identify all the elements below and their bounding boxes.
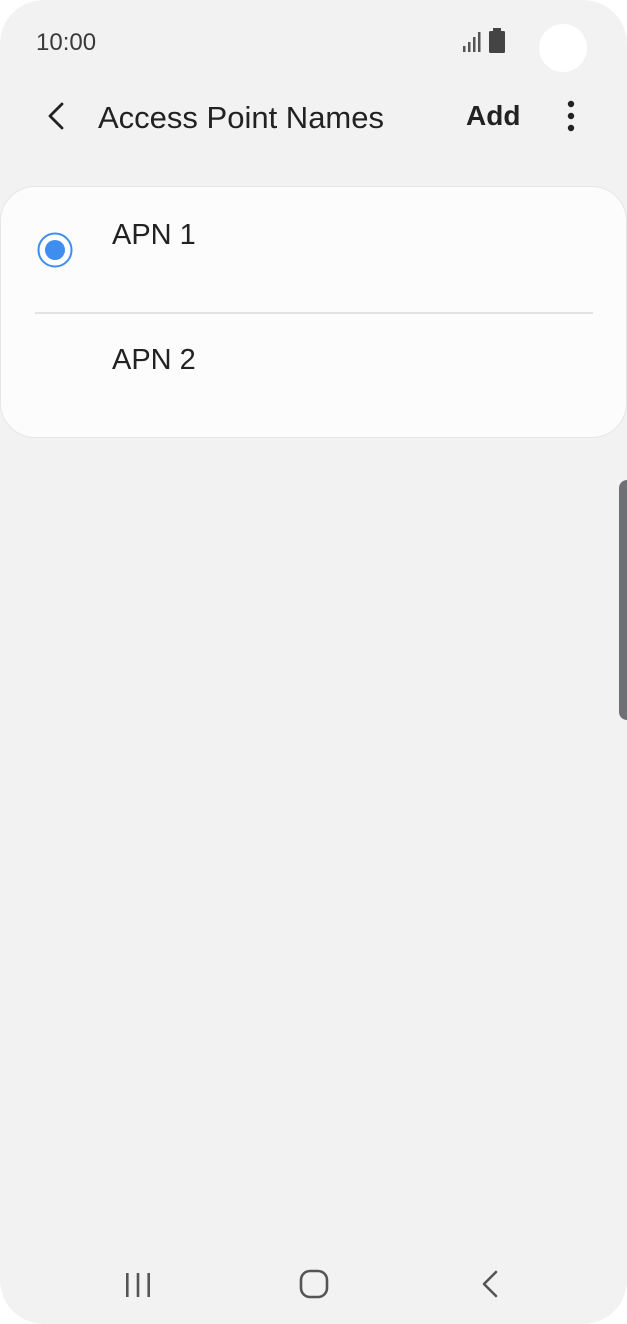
phone-screen: 10:00 Access Point Names Add APN 1 APN 2: [0, 0, 627, 1324]
scroll-handle[interactable]: [619, 480, 627, 720]
chevron-left-icon: [48, 102, 64, 130]
page-title: Access Point Names: [98, 100, 384, 135]
apn-list-item-1[interactable]: APN 1: [1, 187, 626, 312]
camera-cutout: [539, 24, 587, 72]
apn-list: APN 1 APN 2: [1, 187, 626, 437]
status-time: 10:00: [36, 29, 97, 56]
radio-selected-icon[interactable]: [37, 232, 73, 268]
add-button[interactable]: Add: [466, 100, 520, 132]
battery-icon: [489, 28, 505, 53]
signal-bars-icon: [463, 32, 481, 52]
recents-icon[interactable]: [120, 1270, 156, 1300]
more-options-button[interactable]: [556, 96, 586, 136]
home-icon[interactable]: [298, 1268, 330, 1300]
back-button[interactable]: [36, 96, 76, 136]
status-bar: 10:00: [0, 0, 627, 80]
apn-label: APN 1: [112, 219, 196, 251]
more-vertical-icon: [567, 100, 575, 132]
apn-label: APN 2: [112, 344, 196, 376]
nav-bar: [0, 1244, 627, 1324]
app-bar: Access Point Names Add: [0, 80, 627, 158]
back-icon[interactable]: [478, 1268, 502, 1300]
apn-list-item-2[interactable]: APN 2: [1, 312, 626, 437]
